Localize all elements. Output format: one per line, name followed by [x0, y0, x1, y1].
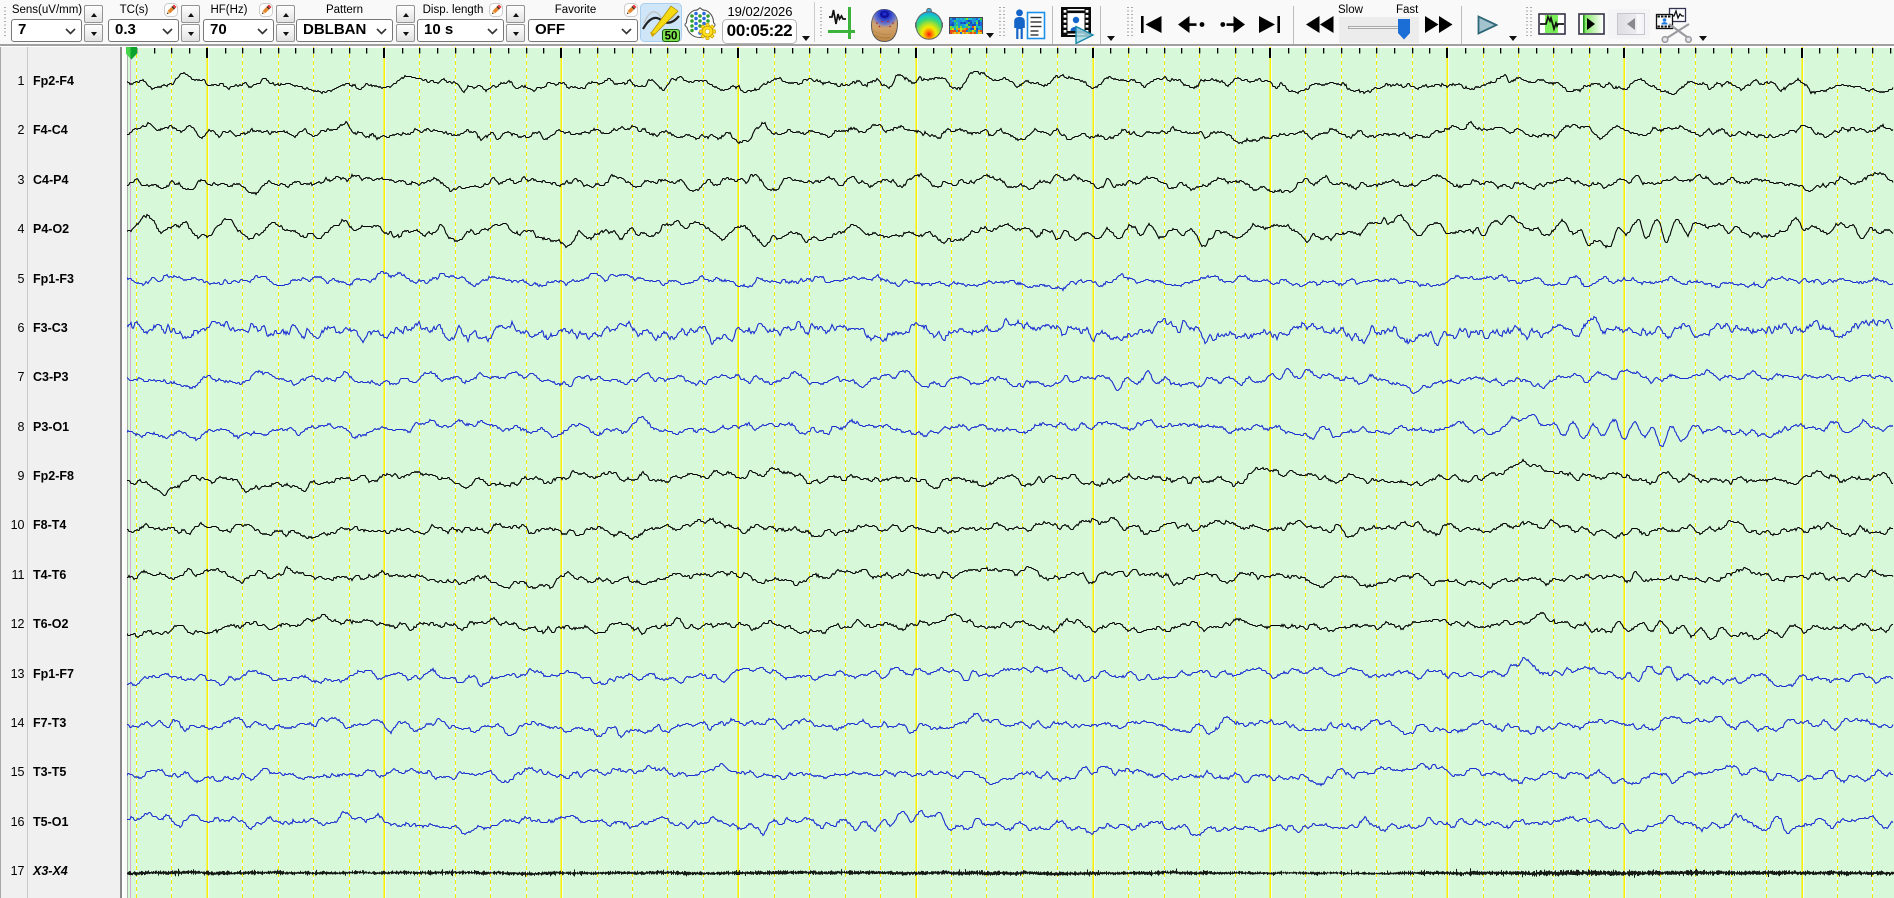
svg-text:50: 50 [665, 31, 678, 43]
